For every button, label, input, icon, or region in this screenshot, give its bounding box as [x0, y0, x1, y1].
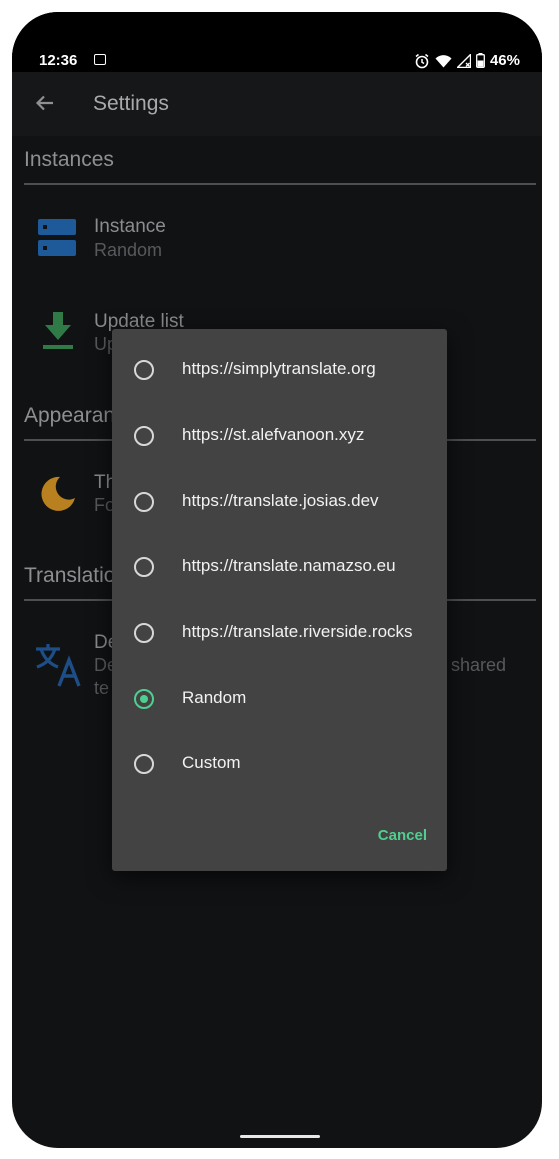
- instance-option[interactable]: https://translate.riverside.rocks: [112, 600, 447, 666]
- instance-option[interactable]: https://translate.namazso.eu: [112, 534, 447, 600]
- radio-button-checked[interactable]: [134, 689, 154, 709]
- cancel-button[interactable]: Cancel: [378, 827, 427, 844]
- radio-button[interactable]: [134, 426, 154, 446]
- instance-option[interactable]: https://translate.josias.dev: [112, 469, 447, 535]
- screen: 12:36 46% Settings Instances Instance Ra…: [12, 12, 542, 1148]
- option-label: https://translate.namazso.eu: [182, 556, 396, 575]
- option-label: https://translate.josias.dev: [182, 491, 379, 510]
- instance-picker-dialog: https://simplytranslate.org https://st.a…: [112, 329, 447, 871]
- home-indicator[interactable]: [240, 1135, 320, 1138]
- option-label: https://translate.riverside.rocks: [182, 622, 413, 641]
- radio-button[interactable]: [134, 492, 154, 512]
- option-label: https://simplytranslate.org: [182, 359, 376, 378]
- radio-button[interactable]: [134, 754, 154, 774]
- instance-option-selected[interactable]: Random: [112, 666, 447, 732]
- option-label: Random: [182, 688, 247, 707]
- option-label: https://st.alefvanoon.xyz: [182, 425, 365, 444]
- instance-option[interactable]: https://st.alefvanoon.xyz: [112, 403, 447, 469]
- option-label: Custom: [182, 753, 241, 772]
- power-button: [551, 418, 559, 562]
- radio-button[interactable]: [134, 623, 154, 643]
- instance-option[interactable]: https://simplytranslate.org: [112, 337, 447, 403]
- instance-option[interactable]: Custom: [112, 731, 447, 797]
- volume-button: [551, 268, 559, 344]
- radio-button[interactable]: [134, 360, 154, 380]
- radio-button[interactable]: [134, 557, 154, 577]
